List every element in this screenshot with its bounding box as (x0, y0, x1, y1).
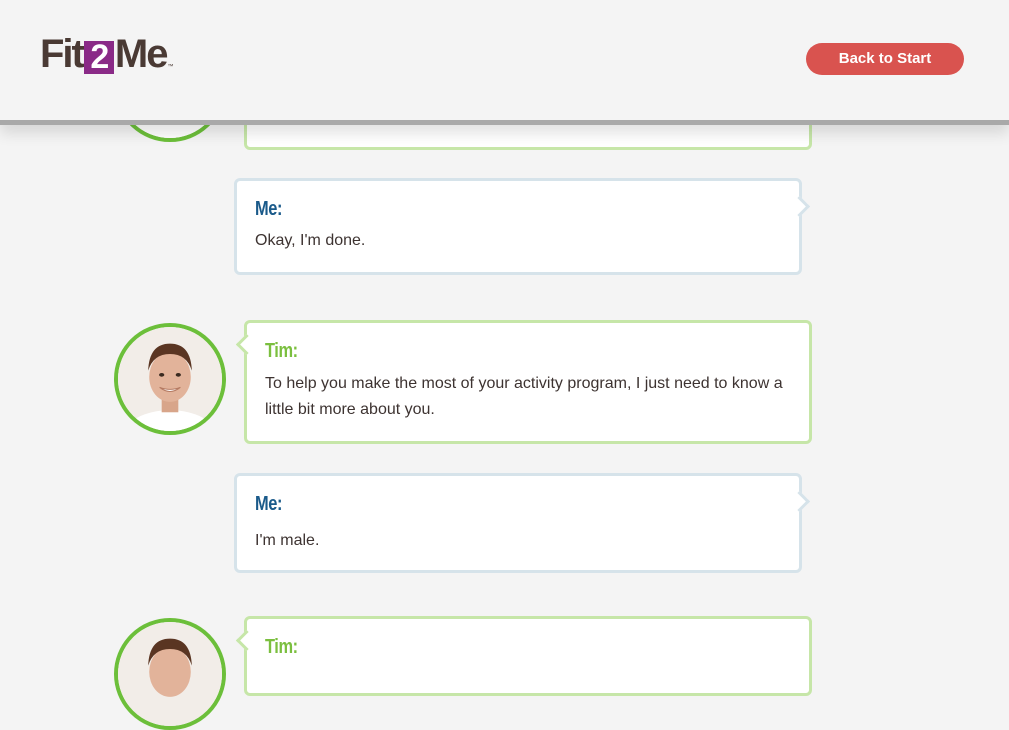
chat-bubble-me: Me: I'm male. (234, 473, 811, 573)
bubble-tail (788, 490, 811, 513)
speaker-label: Me: (255, 198, 283, 220)
tim-avatar (114, 323, 226, 435)
speaker-label: Tim: (265, 636, 298, 658)
tim-avatar (114, 618, 226, 730)
tim-photo-icon (118, 622, 222, 726)
message-text: Okay, I'm done. (255, 232, 366, 249)
chat-bubble-tim: Tim: (235, 616, 812, 696)
chat-bubble-me: Me: Okay, I'm done. (234, 178, 811, 275)
speaker-label: Tim: (265, 340, 298, 362)
bubble-tail (788, 195, 811, 218)
app-header: Fit 2 Me ™ Back to Start (0, 0, 1009, 125)
back-to-start-button[interactable]: Back to Start (806, 43, 964, 75)
message-text: I'm male. (255, 532, 320, 549)
fit2me-logo[interactable]: Fit 2 Me ™ (40, 34, 173, 74)
tim-photo-icon (118, 327, 222, 431)
logo-part-fit: Fit (40, 32, 85, 76)
chat-bubble-tim: Tim: To help you make the most of your a… (235, 320, 812, 444)
logo-part-me: Me (114, 32, 169, 76)
logo-part-2: 2 (83, 40, 114, 74)
bubble-tail (235, 629, 258, 652)
bubble-tail (235, 333, 258, 356)
logo-trademark: ™ (167, 64, 174, 70)
speaker-label: Me: (255, 493, 283, 515)
message-text: To help you make the most of your activi… (265, 375, 783, 418)
